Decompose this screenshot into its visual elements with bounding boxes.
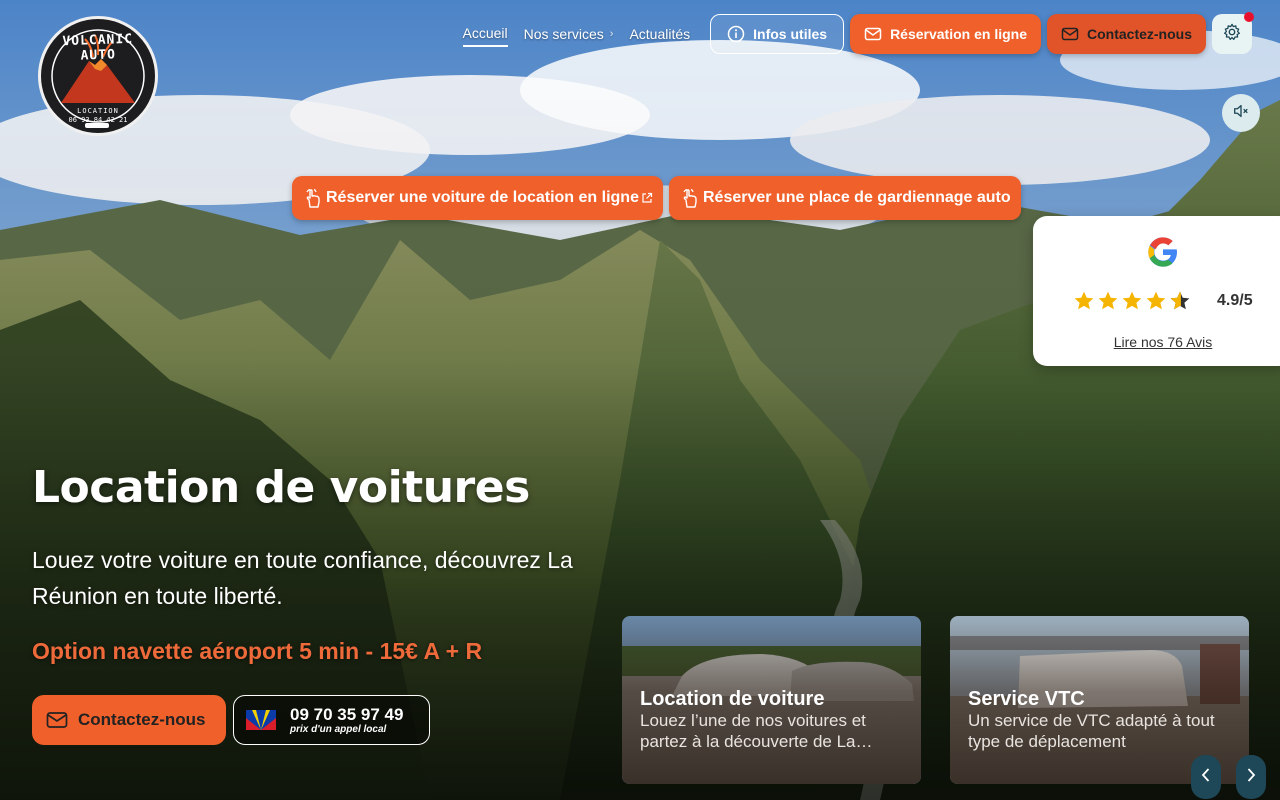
settings-button[interactable] <box>1212 12 1254 54</box>
card-title: Service VTC <box>968 688 1085 710</box>
contact-button[interactable]: Contactez-nous <box>1047 14 1206 54</box>
nav-item-services[interactable]: Nos services › <box>524 22 614 46</box>
logo-subtitle: LOCATION <box>77 107 119 115</box>
mail-icon <box>46 709 68 731</box>
hero-contact-button[interactable]: Contactez-nous <box>32 695 226 745</box>
star-icon <box>1098 291 1118 310</box>
star-icon <box>1074 291 1094 310</box>
mail-icon <box>1061 25 1079 43</box>
phone-call-button[interactable]: 09 70 35 97 49 prix d'un appel local <box>233 695 430 745</box>
google-review-widget[interactable]: 4.9/5 Lire nos 76 Avis <box>1033 216 1280 366</box>
service-card-location[interactable]: Location de voiture Louez l’une de nos v… <box>622 616 921 784</box>
mute-button[interactable] <box>1222 94 1260 132</box>
notification-dot <box>1244 12 1254 22</box>
star-half-icon <box>1170 291 1190 310</box>
rating-stars <box>1073 290 1191 312</box>
rating-score: 4.9/5 <box>1217 292 1253 309</box>
gear-icon <box>1223 23 1241 46</box>
carousel-prev-button[interactable] <box>1191 755 1221 799</box>
hand-pointer-icon <box>679 187 701 209</box>
star-icon <box>1122 291 1142 310</box>
mail-icon <box>864 25 882 43</box>
parking-button[interactable]: Réserver une place de gardiennage auto <box>668 176 1021 220</box>
rent-online-button[interactable]: Réserver une voiture de location en lign… <box>292 176 663 220</box>
main-nav: Accueil Nos services › Actualités Infos u… <box>462 12 1254 54</box>
google-icon <box>1147 236 1179 268</box>
phone-note: prix d'un appel local <box>290 723 387 735</box>
booking-button[interactable]: Réservation en ligne <box>850 14 1041 54</box>
logo-phone: 06 93 84 42 21 <box>68 116 128 124</box>
chevron-right-icon: › <box>609 28 614 40</box>
carousel-next-button[interactable] <box>1236 755 1266 799</box>
card-title: Location de voiture <box>640 688 825 710</box>
cta-group: Réserver une voiture de location en lign… <box>292 176 1021 220</box>
phone-number: 09 70 35 97 49 <box>290 704 404 724</box>
airport-shuttle-option: Option navette aéroport 5 min - 15€ A + … <box>32 638 483 664</box>
chevron-right-icon <box>1245 767 1257 788</box>
card-description: Louez l’une de nos voitures et partez à … <box>640 711 866 751</box>
reviews-link[interactable]: Lire nos 76 Avis <box>1033 334 1280 350</box>
speaker-muted-icon <box>1232 102 1250 125</box>
hand-pointer-icon <box>302 187 324 209</box>
page-title: Location de voitures <box>32 462 530 513</box>
site-logo[interactable]: VOLCANIC AUTO LOCATION 06 93 84 42 21 <box>38 16 158 136</box>
nav-item-actualites[interactable]: Actualités <box>629 22 690 46</box>
external-link-icon <box>641 192 653 204</box>
logo-brand: VOLCANIC AUTO <box>62 31 134 64</box>
reunion-flag-icon <box>246 710 276 730</box>
info-button[interactable]: Infos utiles <box>710 14 845 54</box>
hero-subtitle: Louez votre voiture en toute confiance, … <box>32 547 573 609</box>
card-description: Un service de VTC adapté à tout type de … <box>968 711 1215 751</box>
nav-item-accueil[interactable]: Accueil <box>462 21 508 47</box>
info-icon <box>727 25 745 43</box>
star-icon <box>1146 291 1166 310</box>
chevron-left-icon <box>1200 767 1212 788</box>
